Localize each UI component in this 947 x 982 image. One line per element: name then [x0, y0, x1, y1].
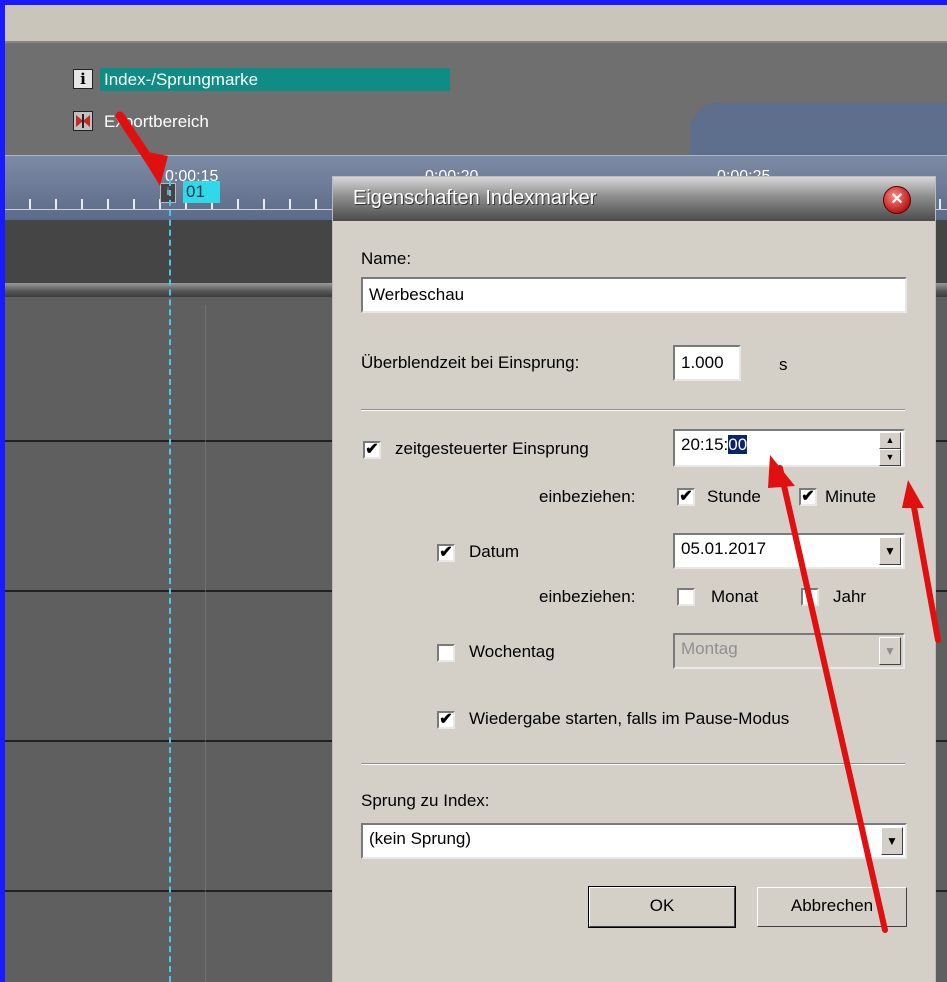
annotation-arrows [115, 111, 941, 933]
annotation-arrow [909, 493, 941, 643]
annotation-arrowhead [902, 480, 924, 508]
annotation-arrow [777, 465, 888, 933]
annotation-arrowhead [138, 150, 168, 186]
annotation-arrowhead [768, 455, 795, 488]
